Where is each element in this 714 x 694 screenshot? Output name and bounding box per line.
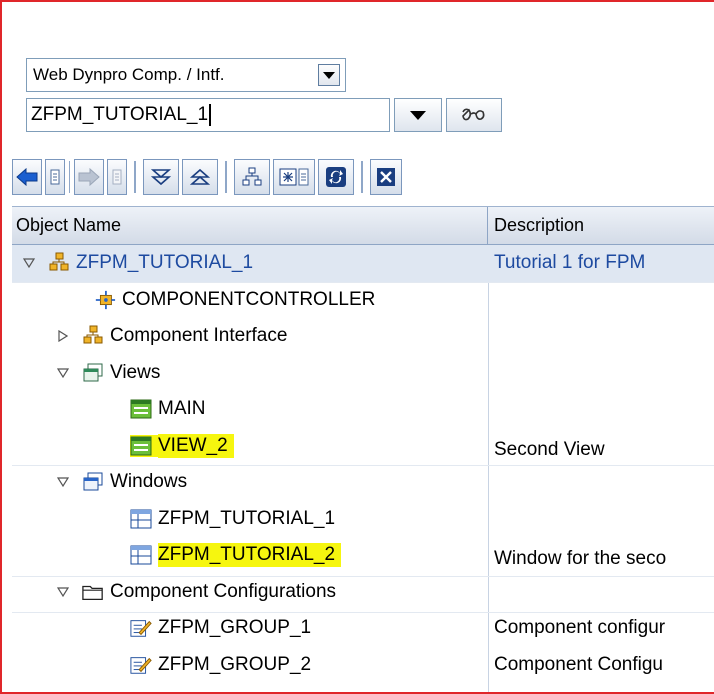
- forward-button[interactable]: [74, 159, 104, 195]
- forward-menu-icon: [112, 169, 122, 185]
- toolbar: [12, 155, 714, 199]
- tree-rows: ZFPM_TUTORIAL_1 Tutorial 1 for FPM COMPO…: [12, 245, 714, 683]
- object-type-dropdown[interactable]: Web Dynpro Comp. / Intf.: [26, 58, 346, 92]
- glasses-icon: [462, 108, 485, 121]
- controller-icon: [94, 289, 116, 311]
- text-caret: [209, 104, 212, 126]
- tree-item-label: Views: [110, 361, 161, 383]
- tree-item-label: ZFPM_GROUP_2: [158, 653, 312, 675]
- display-button[interactable]: [446, 98, 502, 132]
- screenshot-frame: Web Dynpro Comp. / Intf. ZFPM_TUTORIAL_1: [0, 0, 714, 694]
- back-icon: [16, 168, 38, 186]
- hierarchy-icon: [242, 167, 262, 186]
- tree-item-description: [494, 318, 714, 355]
- tree-item-label: Windows: [110, 471, 188, 493]
- column-header-object-name[interactable]: Object Name: [12, 207, 488, 244]
- toolbar-separator: [225, 161, 227, 193]
- toolbar-separator: [134, 161, 136, 193]
- tree-item-label: COMPONENTCONTROLLER: [122, 288, 376, 310]
- display-object-button[interactable]: [273, 159, 315, 195]
- forward-menu-button[interactable]: [107, 159, 127, 195]
- collapse-all-button[interactable]: [182, 159, 218, 195]
- object-name-value: ZFPM_TUTORIAL_1: [31, 104, 209, 125]
- tree-row[interactable]: ZFPM_TUTORIAL_2 Window for the seco: [12, 537, 714, 574]
- configuration-icon: [130, 654, 152, 676]
- expanded-arrow-icon[interactable]: [56, 477, 70, 488]
- object-name-input[interactable]: ZFPM_TUTORIAL_1: [26, 98, 390, 132]
- tree-item-label: ZFPM_TUTORIAL_1: [158, 507, 336, 529]
- window-icon: [130, 544, 158, 566]
- configuration-icon: [130, 617, 152, 639]
- tree-item-label: Component Interface: [110, 325, 288, 347]
- tree-item-description: [494, 501, 714, 538]
- window-icon: [130, 508, 152, 530]
- hierarchy-button[interactable]: [234, 159, 270, 195]
- windows-folder-icon: [82, 471, 104, 493]
- toolbar-separator: [361, 161, 363, 193]
- object-type-value: Web Dynpro Comp. / Intf.: [33, 65, 225, 84]
- object-tree-grid: Object Name Description ZFPM_TUTORIAL_1 …: [12, 206, 714, 692]
- collapsed-arrow-icon[interactable]: [56, 330, 70, 343]
- tree-item-label: ZFPM_GROUP_1: [158, 617, 312, 639]
- tree-item-description: [494, 464, 714, 501]
- back-menu-icon: [50, 169, 60, 185]
- grid-header: Object Name Description: [12, 207, 714, 245]
- expand-all-icon: [150, 169, 172, 186]
- view-icon: [130, 398, 152, 420]
- view-icon: [130, 434, 158, 457]
- tree-item-description: Component Configu: [494, 653, 663, 675]
- tree-item-description: Tutorial 1 for FPM: [494, 252, 646, 274]
- expanded-arrow-icon[interactable]: [56, 368, 70, 378]
- tree-row[interactable]: ZFPM_TUTORIAL_1: [12, 501, 714, 538]
- close-icon: [377, 168, 395, 186]
- tree-item-description: [494, 574, 714, 611]
- tree-item-label: Component Configurations: [110, 580, 337, 602]
- tree-item-label: ZFPM_TUTORIAL_2: [158, 543, 342, 568]
- component-icon: [82, 325, 104, 347]
- history-dropdown-button[interactable]: [394, 98, 442, 132]
- chevron-down-icon: [410, 110, 426, 120]
- refresh-button[interactable]: [318, 159, 354, 195]
- tree-item-label: MAIN: [158, 398, 206, 420]
- row-divider: [12, 465, 714, 466]
- collapse-all-icon: [189, 168, 211, 185]
- tree-row[interactable]: ZFPM_GROUP_2 Component Configu: [12, 647, 714, 684]
- tree-row[interactable]: Component Configurations: [12, 574, 714, 611]
- tree-row[interactable]: Windows: [12, 464, 714, 501]
- tree-row[interactable]: COMPONENTCONTROLLER: [12, 282, 714, 319]
- tree-item-description: Component configur: [494, 617, 666, 639]
- tree-item-label: ZFPM_TUTORIAL_1: [76, 252, 254, 274]
- expanded-arrow-icon[interactable]: [56, 587, 70, 597]
- tree-row[interactable]: ZFPM_TUTORIAL_1 Tutorial 1 for FPM: [12, 245, 714, 282]
- row-divider: [12, 282, 714, 283]
- component-icon: [48, 252, 70, 274]
- tree-item-description: [494, 282, 714, 319]
- close-button[interactable]: [370, 159, 402, 195]
- tree-row[interactable]: Component Interface: [12, 318, 714, 355]
- tree-item-description: Window for the seco: [494, 548, 667, 570]
- tree-row[interactable]: ZFPM_GROUP_1 Component configur: [12, 610, 714, 647]
- tree-item-description: Second View: [494, 438, 605, 460]
- tree-item-description: [494, 355, 714, 392]
- tree-item-description: [494, 391, 714, 428]
- tree-row[interactable]: VIEW_2 Second View: [12, 428, 714, 465]
- column-header-description[interactable]: Description: [488, 207, 584, 244]
- folder-icon: [82, 581, 104, 603]
- views-folder-icon: [82, 362, 104, 384]
- back-button[interactable]: [12, 159, 42, 195]
- toolbar-separator: [69, 161, 70, 193]
- tree-row[interactable]: Views: [12, 355, 714, 392]
- tree-row[interactable]: MAIN: [12, 391, 714, 428]
- expanded-arrow-icon[interactable]: [22, 258, 36, 269]
- tree-item-label: VIEW_2: [158, 433, 234, 458]
- row-divider: [12, 576, 714, 577]
- refresh-icon: [326, 167, 346, 187]
- chevron-down-icon[interactable]: [318, 64, 340, 86]
- display-object-icon: [279, 168, 309, 186]
- forward-icon: [78, 168, 100, 186]
- back-menu-button[interactable]: [45, 159, 65, 195]
- expand-all-button[interactable]: [143, 159, 179, 195]
- row-divider: [12, 612, 714, 613]
